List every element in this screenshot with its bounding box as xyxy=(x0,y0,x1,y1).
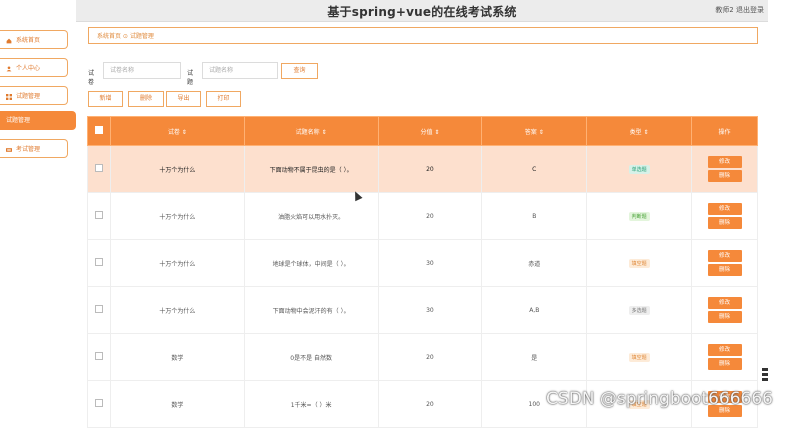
cell-answer: C xyxy=(481,145,588,193)
cell-paper: 十万个为什么 xyxy=(109,145,245,193)
table-header-row: 试卷 ⇕ 试题名称 ⇕ 分值 ⇕ 答案 ⇕ 类型 ⇕ 操作 xyxy=(87,116,758,146)
cell-question: 下面动物不属于昆虫的是（ ）。 xyxy=(243,145,379,193)
cell-answer: 是 xyxy=(481,333,588,381)
type-tag: 多选题 xyxy=(628,305,650,315)
cell-score: 30 xyxy=(377,239,483,287)
question-search-input[interactable]: 试题名称 xyxy=(202,62,278,79)
type-tag: 填空题 xyxy=(628,352,650,362)
paper-search-input[interactable]: 试卷名称 xyxy=(103,62,181,79)
type-tag: 判断题 xyxy=(628,211,650,221)
question-label: 试题 xyxy=(187,70,194,86)
edit-button[interactable]: 修改 xyxy=(707,250,742,262)
cell-type: 单选题 xyxy=(586,145,692,193)
column-header-answer[interactable]: 答案 ⇕ xyxy=(481,116,588,146)
sidebar-item-label: 个人中心 xyxy=(16,65,41,72)
row-checkbox[interactable] xyxy=(94,164,103,172)
sidebar-item-label: 试题管理 xyxy=(6,117,31,124)
sidebar-item-exam-mgmt[interactable]: 考试管理 xyxy=(0,139,68,158)
cell-answer: 赤道 xyxy=(481,239,588,287)
watermark: CSDN @springboot666666 xyxy=(546,389,773,409)
add-button[interactable]: 新增 xyxy=(88,91,123,107)
question-table: 试卷 ⇕ 试题名称 ⇕ 分值 ⇕ 答案 ⇕ 类型 ⇕ 操作 十万个为什么 下面动… xyxy=(87,116,758,428)
row-delete-button[interactable]: 删除 xyxy=(707,170,742,182)
cell-answer: B xyxy=(481,192,588,240)
cell-actions: 修改 删除 xyxy=(691,239,758,287)
cell-answer: A,B xyxy=(481,286,588,334)
table-row[interactable]: 十万个为什么 油脂火焰可以用水扑灭。 20 B 判断题 修改 删除 xyxy=(87,192,758,240)
edit-button[interactable]: 修改 xyxy=(707,344,742,356)
row-checkbox[interactable] xyxy=(94,352,103,360)
cell-paper: 数学 xyxy=(109,380,245,428)
sidebar-subitem-question-mgmt[interactable]: 试题管理 xyxy=(0,111,76,130)
sidebar-item-home[interactable]: 系统首页 xyxy=(0,30,68,49)
app-title: 基于spring+vue的在线考试系统 xyxy=(327,5,517,19)
paper-label: 试卷 xyxy=(88,70,95,86)
sidebar-item-question-mgmt[interactable]: 试题管理 xyxy=(0,86,68,105)
home-icon xyxy=(6,38,12,43)
cell-paper: 十万个为什么 xyxy=(109,286,245,334)
cell-score: 30 xyxy=(377,286,483,334)
sidebar-item-label: 系统首页 xyxy=(16,37,41,44)
sidebar-item-label: 考试管理 xyxy=(16,146,41,153)
cell-score: 20 xyxy=(377,380,483,428)
sidebar-item-label: 试题管理 xyxy=(16,93,41,100)
cell-question: 地球是个球体，中间是（ ）。 xyxy=(243,239,379,287)
user-info[interactable]: 教师2 退出登录 xyxy=(715,5,764,15)
exam-icon xyxy=(6,147,12,152)
sidebar-item-profile[interactable]: 个人中心 xyxy=(0,58,68,77)
edit-button[interactable]: 修改 xyxy=(707,156,742,168)
row-delete-button[interactable]: 删除 xyxy=(707,264,742,276)
column-header-paper[interactable]: 试卷 ⇕ xyxy=(109,116,245,146)
table-row[interactable]: 十万个为什么 地球是个球体，中间是（ ）。 30 赤道 填空题 修改删除 xyxy=(87,239,758,287)
top-bar: 基于spring+vue的在线考试系统 教师2 退出登录 xyxy=(76,0,768,22)
table-row[interactable]: 十万个为什么 下面动物不属于昆虫的是（ ）。 20 C 单选题 修改删除 xyxy=(87,145,758,193)
cell-score: 20 xyxy=(377,145,483,193)
edit-button[interactable]: 修改 xyxy=(707,203,742,215)
cell-paper: 十万个为什么 xyxy=(109,239,245,287)
column-header-question[interactable]: 试题名称 ⇕ xyxy=(243,116,379,146)
cell-type: 填空题 xyxy=(586,239,692,287)
menu-lines-icon xyxy=(762,368,768,384)
type-tag: 单选题 xyxy=(628,164,650,174)
delete-button[interactable]: 删除 xyxy=(128,91,164,107)
cell-question: 1千米=（ ）米 xyxy=(243,380,379,428)
breadcrumb: 系统首页 ⊙ 试题管理 xyxy=(88,27,758,44)
row-checkbox[interactable] xyxy=(94,211,103,219)
row-delete-button[interactable]: 删除 xyxy=(707,358,742,370)
right-margin xyxy=(768,0,787,418)
type-tag: 填空题 xyxy=(628,258,650,268)
cell-paper: 数学 xyxy=(109,333,245,381)
column-header-score[interactable]: 分值 ⇕ xyxy=(377,116,483,146)
cell-type: 判断题 xyxy=(586,192,692,240)
cell-score: 20 xyxy=(377,192,483,240)
table-row[interactable]: 数学 0是不是 自然数 20 是 填空题 修改删除 xyxy=(87,333,758,381)
column-header-type[interactable]: 类型 ⇕ xyxy=(586,116,692,146)
cell-question: 下面动物中会泥汗的有（ ）。 xyxy=(243,286,379,334)
row-checkbox[interactable] xyxy=(94,258,103,266)
cell-question: 0是不是 自然数 xyxy=(243,333,379,381)
cell-actions: 修改 删除 xyxy=(691,145,758,193)
edit-button[interactable]: 修改 xyxy=(707,297,742,309)
cell-actions: 修改 删除 xyxy=(691,333,758,381)
cell-type: 多选题 xyxy=(586,286,692,334)
cell-type: 填空题 xyxy=(586,333,692,381)
cell-actions: 修改 删除 xyxy=(691,192,758,240)
select-all-header[interactable] xyxy=(87,116,111,146)
query-button[interactable]: 查询 xyxy=(281,63,318,79)
select-all-checkbox[interactable] xyxy=(94,126,103,134)
table-row[interactable]: 十万个为什么 下面动物中会泥汗的有（ ）。 30 A,B 多选题 修改删除 xyxy=(87,286,758,334)
print-button[interactable]: 打印 xyxy=(206,91,241,107)
column-header-actions: 操作 xyxy=(691,116,758,146)
row-delete-button[interactable]: 删除 xyxy=(707,311,742,323)
cell-score: 20 xyxy=(377,333,483,381)
export-button[interactable]: 导出 xyxy=(166,91,201,107)
grid-icon xyxy=(6,93,12,100)
cell-actions: 修改 删除 xyxy=(691,286,758,334)
row-checkbox[interactable] xyxy=(94,399,103,407)
user-icon xyxy=(6,65,12,71)
cell-paper: 十万个为什么 xyxy=(109,192,245,240)
row-checkbox[interactable] xyxy=(94,305,103,313)
row-delete-button[interactable]: 删除 xyxy=(707,217,742,229)
